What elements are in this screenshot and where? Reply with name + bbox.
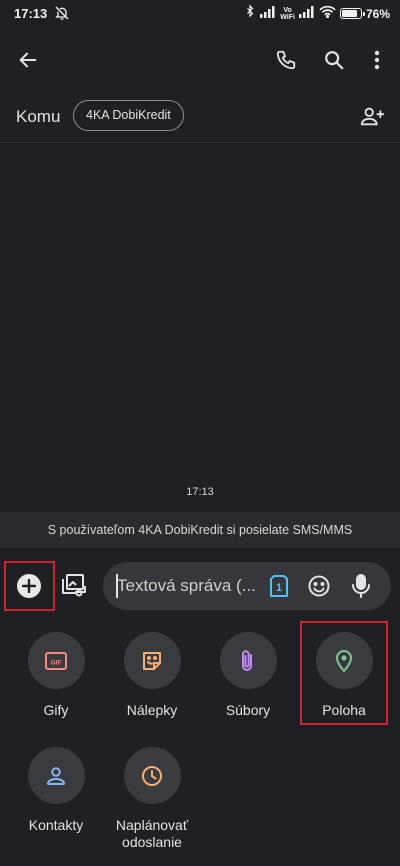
gif-badge: GIF <box>51 659 62 666</box>
microphone-icon[interactable] <box>350 573 372 604</box>
battery-percent: 76% <box>365 6 390 21</box>
attachment-label: Gify <box>43 702 69 718</box>
arrow-back-icon[interactable] <box>10 42 46 78</box>
clock-icon <box>123 747 181 804</box>
signal-icon <box>260 5 276 23</box>
battery-fill <box>341 10 358 17</box>
highlight-box <box>300 621 388 725</box>
gallery-camera-icon[interactable] <box>59 571 87 604</box>
status-time: 17:13 <box>14 6 48 21</box>
signal-icon <box>298 5 315 23</box>
phone-icon[interactable] <box>268 42 304 78</box>
attachment-sticker[interactable]: Nálepky <box>102 632 202 719</box>
bluetooth-icon <box>244 4 256 23</box>
person-add-icon[interactable] <box>354 98 390 134</box>
app-bar <box>0 40 400 80</box>
to-label: Komu <box>16 107 61 126</box>
wifi-icon <box>319 5 336 23</box>
sticker-icon <box>123 632 181 689</box>
more-vert-icon[interactable] <box>359 42 395 78</box>
recipient-chip[interactable]: 4KA DobiKredit <box>73 100 184 131</box>
emoji-icon[interactable] <box>307 574 331 603</box>
divider <box>0 142 400 143</box>
attachment-contacts[interactable]: Kontakty <box>6 747 106 834</box>
message-input[interactable]: Textová správa (... 1 <box>103 562 391 610</box>
message-input-placeholder: Textová správa (... <box>117 576 255 595</box>
vowifi-indicator: Vo WiFi <box>280 7 295 21</box>
plus-icon[interactable] <box>17 574 41 598</box>
message-timestamp: 17:13 <box>186 486 214 498</box>
attachment-files[interactable]: Súbory <box>198 632 298 719</box>
attachment-label: Naplánovať odoslanie <box>115 817 189 850</box>
sim-card-icon[interactable]: 1 <box>269 574 289 603</box>
attachment-label: Kontakty <box>28 817 84 833</box>
status-bar: 17:13 Vo WiFi 76% <box>0 0 400 28</box>
attachment-label: Nálepky <box>126 702 178 718</box>
paperclip-icon <box>219 632 277 689</box>
attachment-label: Súbory <box>225 702 271 718</box>
vowifi-line2: WiFi <box>280 13 295 21</box>
compose-bar: Textová správa (... 1 <box>0 560 400 612</box>
attachment-gif[interactable]: GIF Gify <box>6 632 106 719</box>
sim-number: 1 <box>276 582 282 594</box>
contact-icon <box>27 747 85 804</box>
recipient-row: Komu 4KA DobiKredit <box>0 98 400 138</box>
conversation-info-banner: S používateľom 4KA DobiKredit si posiela… <box>0 512 400 548</box>
battery-icon <box>339 8 365 19</box>
bell-off-icon <box>54 5 70 26</box>
attachment-schedule[interactable]: Naplánovať odoslanie <box>102 747 202 851</box>
vowifi-line1: Vo <box>283 6 292 14</box>
gif-icon: GIF <box>27 632 85 689</box>
search-icon[interactable] <box>316 42 352 78</box>
